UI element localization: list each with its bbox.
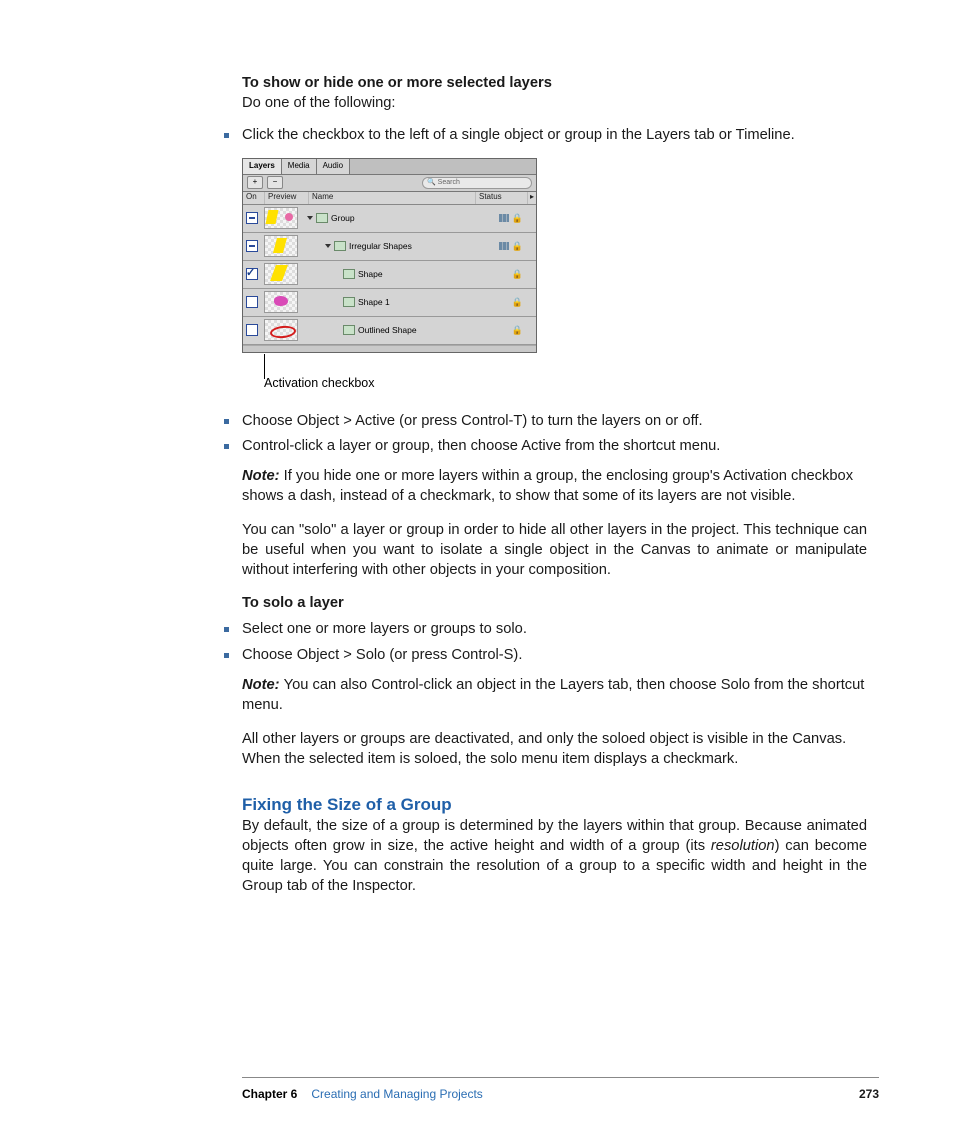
layer-name: Group: [331, 213, 355, 223]
page-footer: Chapter 6 Creating and Managing Projects…: [242, 1077, 879, 1101]
preview-thumb: [264, 207, 298, 229]
group-icon: [334, 241, 346, 251]
activation-checkbox[interactable]: [246, 324, 258, 336]
shape-icon: [343, 269, 355, 279]
lock-icon[interactable]: 🔒: [512, 325, 523, 336]
lock-icon[interactable]: 🔒: [512, 269, 523, 280]
page-content: To show or hide one or more selected lay…: [242, 74, 867, 897]
bullet-item: Click the checkbox to the left of a sing…: [242, 126, 867, 146]
layers-toolbar: + − 🔍 Search: [243, 175, 536, 192]
search-field[interactable]: 🔍 Search: [422, 177, 532, 189]
footer-chapter: Chapter 6: [242, 1087, 297, 1101]
layer-row[interactable]: Irregular Shapes 🔒: [243, 233, 536, 261]
tab-layers[interactable]: Layers: [243, 159, 282, 174]
lock-icon[interactable]: 🔒: [512, 297, 523, 308]
note-label: Note:: [242, 677, 280, 693]
procedure-heading: To show or hide one or more selected lay…: [242, 74, 867, 94]
note-text: If you hide one or more layers within a …: [242, 468, 853, 504]
activation-checkbox[interactable]: [246, 268, 258, 280]
col-name: Name: [309, 192, 476, 204]
note-text: You can also Control-click an object in …: [242, 677, 864, 713]
paragraph: You can "solo" a layer or group in order…: [242, 521, 867, 581]
remove-button[interactable]: −: [267, 176, 283, 189]
section-body-ital: resolution: [711, 838, 775, 854]
layer-name: Shape: [358, 269, 383, 279]
layers-body: Group 🔒 Irregular Shapes 🔒 Shape 🔒: [243, 205, 536, 352]
layer-row[interactable]: Outlined Shape 🔒: [243, 317, 536, 345]
layer-row[interactable]: Shape 1 🔒: [243, 289, 536, 317]
note-paragraph: Note: You can also Control-click an obje…: [242, 676, 867, 716]
shape-icon: [343, 297, 355, 307]
disclosure-triangle-icon[interactable]: [307, 216, 313, 220]
status-bars-icon: [499, 214, 509, 222]
layer-name: Outlined Shape: [358, 325, 417, 335]
note-label: Note:: [242, 468, 280, 484]
col-preview: Preview: [265, 192, 309, 204]
bullet-item: Choose Object > Solo (or press Control-S…: [242, 646, 867, 666]
activation-checkbox[interactable]: [246, 212, 258, 224]
section-heading: Fixing the Size of a Group: [242, 795, 867, 815]
column-header: On Preview Name Status ▸: [243, 192, 536, 205]
search-placeholder: Search: [438, 179, 460, 186]
bullet-item: Control-click a layer or group, then cho…: [242, 437, 867, 457]
bullet-item: Choose Object > Active (or press Control…: [242, 412, 867, 432]
layers-panel-figure: Layers Media Audio + − 🔍 Search On Previ…: [242, 158, 537, 353]
preview-thumb: [264, 263, 298, 285]
note-paragraph: Note: If you hide one or more layers wit…: [242, 467, 867, 507]
tab-audio[interactable]: Audio: [317, 159, 350, 174]
col-arrow[interactable]: ▸: [527, 192, 536, 204]
layers-tabs: Layers Media Audio: [243, 159, 536, 175]
procedure-lead: Do one of the following:: [242, 94, 867, 114]
layer-row[interactable]: Shape 🔒: [243, 261, 536, 289]
footer-title: Creating and Managing Projects: [311, 1087, 482, 1101]
bullet-list-2: Choose Object > Active (or press Control…: [242, 412, 867, 615]
preview-thumb: [264, 319, 298, 341]
disclosure-triangle-icon[interactable]: [325, 244, 331, 248]
lock-icon[interactable]: 🔒: [512, 241, 523, 252]
add-button[interactable]: +: [247, 176, 263, 189]
preview-thumb: [264, 235, 298, 257]
bullet-item: Select one or more layers or groups to s…: [242, 620, 867, 640]
preview-thumb: [264, 291, 298, 313]
shape-icon: [343, 325, 355, 335]
status-bars-icon: [499, 242, 509, 250]
layer-name: Shape 1: [358, 297, 390, 307]
col-status: Status: [476, 192, 527, 204]
layer-row[interactable]: Group 🔒: [243, 205, 536, 233]
tab-media[interactable]: Media: [282, 159, 317, 174]
callout-label: Activation checkbox: [264, 376, 867, 390]
activation-checkbox[interactable]: [246, 240, 258, 252]
footer-page: 273: [859, 1087, 879, 1101]
col-on: On: [243, 192, 265, 204]
bullet-list-1: Click the checkbox to the left of a sing…: [242, 126, 867, 146]
section-body: By default, the size of a group is deter…: [242, 817, 867, 896]
procedure-heading: To solo a layer: [242, 594, 867, 614]
lock-icon[interactable]: 🔒: [512, 213, 523, 224]
activation-checkbox[interactable]: [246, 296, 258, 308]
paragraph: All other layers or groups are deactivat…: [242, 730, 867, 770]
panel-footer: [243, 345, 536, 352]
bullet-list-3: Select one or more layers or groups to s…: [242, 620, 867, 769]
layer-name: Irregular Shapes: [349, 241, 412, 251]
group-icon: [316, 213, 328, 223]
